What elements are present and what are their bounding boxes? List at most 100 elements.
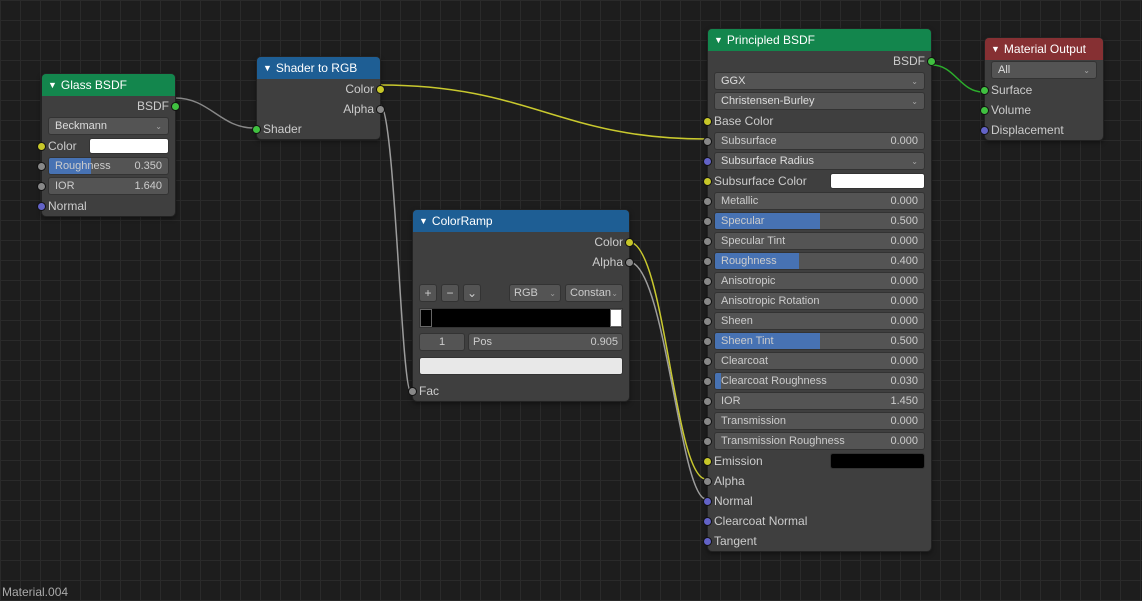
ramp-stop[interactable] [420,309,432,327]
node-header[interactable]: ▼ ColorRamp [413,210,629,232]
socket[interactable] [703,537,712,546]
socket[interactable] [703,477,712,486]
sss-color-swatch[interactable] [830,173,925,189]
node-title: Principled BSDF [727,33,815,47]
socket[interactable] [703,297,712,306]
socket[interactable] [703,357,712,366]
socket[interactable] [703,197,712,206]
node-shader-to-rgb[interactable]: ▼ Shader to RGB Color Alpha Shader [256,56,381,140]
distribution-select-row: Beckmann ⌄ [42,116,175,136]
collapse-icon[interactable]: ▼ [263,63,272,73]
ramp-toolbar: + − ⌄ RGB⌄ Constan⌄ [413,280,629,306]
socket-bsdf-out[interactable] [927,57,936,66]
output-bsdf: BSDF [42,96,175,116]
node-header[interactable]: ▼ Principled BSDF [708,29,931,51]
socket-color-out[interactable] [376,85,385,94]
socket-volume-in[interactable] [980,106,989,115]
metallic-slider[interactable]: Metallic 0.000 [714,192,925,210]
sheen-tint-slider[interactable]: Sheen Tint 0.500 [714,332,925,350]
clearcoat-rough-slider[interactable]: Clearcoat Roughness 0.030 [714,372,925,390]
node-header[interactable]: ▼ Glass BSDF [42,74,175,96]
output-color: Color [257,79,380,99]
aniso-rot-slider[interactable]: Anisotropic Rotation 0.000 [714,292,925,310]
target-select[interactable]: All⌄ [991,61,1097,79]
emission-swatch[interactable] [830,453,925,469]
anisotropic-slider[interactable]: Anisotropic 0.000 [714,272,925,290]
stop-color-swatch[interactable] [419,357,623,375]
node-title: Material Output [1004,42,1086,56]
sss-radius-field[interactable]: Subsurface Radius⌄ [714,152,925,170]
node-glass-bsdf[interactable]: ▼ Glass BSDF BSDF Beckmann ⌄ Color Rough… [41,73,176,217]
socket[interactable] [703,277,712,286]
ramp-stop[interactable] [610,309,622,327]
socket-alpha-out[interactable] [625,258,634,267]
socket[interactable] [703,417,712,426]
output-color: Color [413,232,629,252]
socket-roughness-in[interactable] [37,162,46,171]
node-header[interactable]: ▼ Shader to RGB [257,57,380,79]
subsurface-slider[interactable]: Subsurface 0.000 [714,132,925,150]
output-alpha: Alpha [257,99,380,119]
chevron-down-icon: ⌄ [155,122,162,131]
distribution-select[interactable]: Beckmann ⌄ [48,117,169,135]
socket[interactable] [703,337,712,346]
collapse-icon[interactable]: ▼ [991,44,1000,54]
socket-color-in[interactable] [37,142,46,151]
color-mode-select[interactable]: RGB⌄ [509,284,561,302]
ramp-menu-button[interactable]: ⌄ [463,284,481,302]
specular-tint-slider[interactable]: Specular Tint 0.000 [714,232,925,250]
gradient-bar[interactable] [419,308,623,328]
roughness-slider[interactable]: Roughness 0.350 [48,157,169,175]
remove-stop-button[interactable]: − [441,284,459,302]
trans-rough-slider[interactable]: Transmission Roughness 0.000 [714,432,925,450]
node-header[interactable]: ▼ Material Output [985,38,1103,60]
input-shader: Shader [257,119,380,139]
socket-ior-in[interactable] [37,182,46,191]
socket-surface-in[interactable] [980,86,989,95]
socket[interactable] [703,317,712,326]
socket-base-color-in[interactable] [703,117,712,126]
ior-slider[interactable]: IOR 1.450 [714,392,925,410]
distribution-select[interactable]: GGX⌄ [714,72,925,90]
interp-select[interactable]: Constan⌄ [565,284,623,302]
add-stop-button[interactable]: + [419,284,437,302]
socket-fac-in[interactable] [408,387,417,396]
socket[interactable] [703,437,712,446]
sheen-slider[interactable]: Sheen 0.000 [714,312,925,330]
socket[interactable] [703,157,712,166]
socket-alpha-out[interactable] [376,105,385,114]
socket[interactable] [703,457,712,466]
socket-displacement-in[interactable] [980,126,989,135]
sss-method-select[interactable]: Christensen-Burley⌄ [714,92,925,110]
node-color-ramp[interactable]: ▼ ColorRamp Color Alpha + − ⌄ RGB⌄ Const… [412,209,630,402]
roughness-slider[interactable]: Roughness 0.400 [714,252,925,270]
specular-slider[interactable]: Specular 0.500 [714,212,925,230]
socket[interactable] [703,137,712,146]
stop-pos-field[interactable]: Pos 0.905 [468,333,623,351]
collapse-icon[interactable]: ▼ [714,35,723,45]
socket[interactable] [703,397,712,406]
stop-index-field[interactable]: 1 [419,333,465,351]
socket-bsdf-out[interactable] [171,102,180,111]
input-color: Color [42,136,175,156]
color-swatch[interactable] [89,138,169,154]
input-roughness: Roughness 0.350 [42,156,175,176]
ior-slider[interactable]: IOR 1.640 [48,177,169,195]
node-material-output[interactable]: ▼ Material Output All⌄ Surface Volume Di… [984,37,1104,141]
socket-shader-in[interactable] [252,125,261,134]
socket[interactable] [703,377,712,386]
socket[interactable] [703,217,712,226]
transmission-slider[interactable]: Transmission 0.000 [714,412,925,430]
collapse-icon[interactable]: ▼ [419,216,428,226]
socket[interactable] [703,177,712,186]
socket[interactable] [703,497,712,506]
socket[interactable] [703,237,712,246]
node-principled-bsdf[interactable]: ▼ Principled BSDF BSDF GGX⌄ Christensen-… [707,28,932,552]
collapse-icon[interactable]: ▼ [48,80,57,90]
socket[interactable] [703,517,712,526]
socket-normal-in[interactable] [37,202,46,211]
socket[interactable] [703,257,712,266]
clearcoat-slider[interactable]: Clearcoat 0.000 [714,352,925,370]
socket-color-out[interactable] [625,238,634,247]
input-normal: Normal [42,196,175,216]
